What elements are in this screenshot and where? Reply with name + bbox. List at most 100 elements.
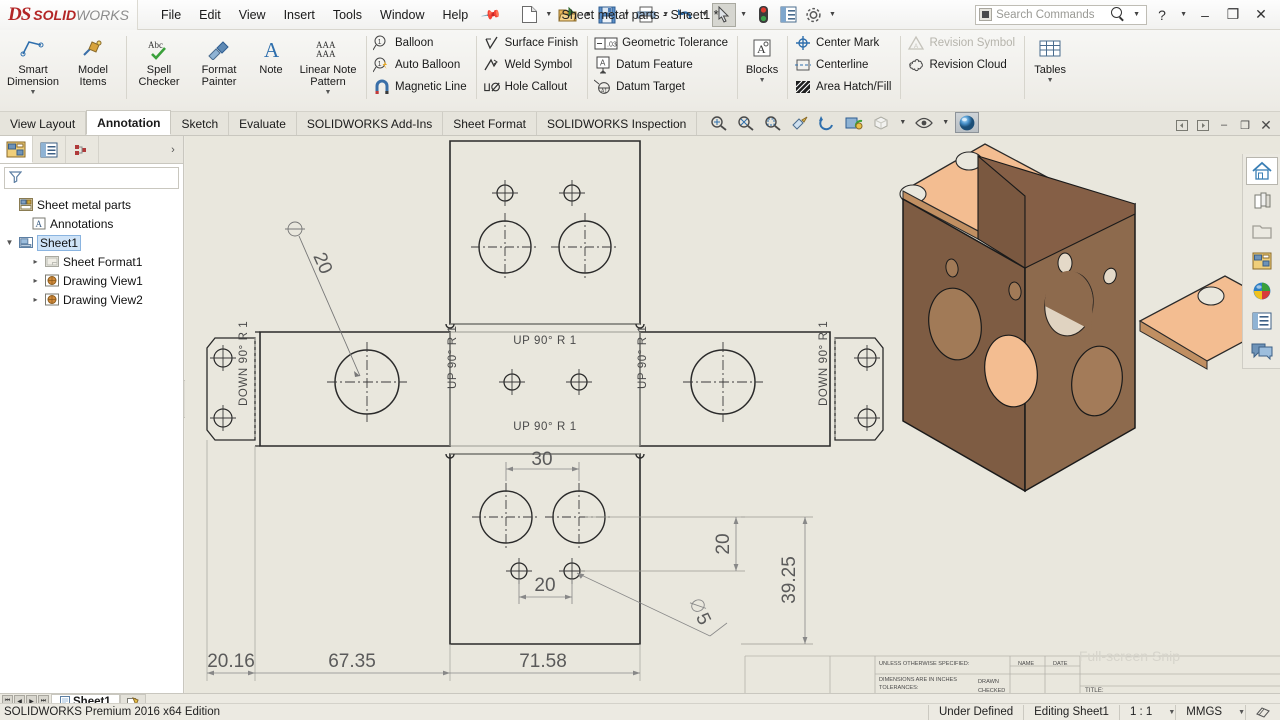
undo-caret[interactable]: ▼: [698, 11, 711, 18]
select-button[interactable]: [712, 3, 736, 27]
blocks-button[interactable]: A Blocks ▼: [740, 32, 784, 88]
hide-show-button[interactable]: [912, 112, 936, 133]
spell-checker-button[interactable]: Abc SpellChecker: [129, 32, 189, 92]
dimension-2016-text[interactable]: 20.16: [207, 651, 255, 672]
undo-button[interactable]: [673, 3, 697, 27]
smart-dimension-button[interactable]: SmartDimension ▼: [3, 32, 63, 100]
configuration-manager-tab[interactable]: [66, 136, 99, 163]
dock-left-icon[interactable]: [1172, 115, 1192, 135]
bend-note-far-right[interactable]: DOWN 90° R 1: [818, 321, 830, 406]
centerline-button[interactable]: Centerline: [790, 54, 897, 76]
minimize-document-button[interactable]: –: [1214, 115, 1234, 135]
smart-dimension-dropdown-arrow[interactable]: ▼: [6, 89, 60, 96]
surface-finish-button[interactable]: Surface Finish: [479, 32, 585, 54]
format-painter-button[interactable]: FormatPainter: [189, 32, 249, 92]
tree-expander[interactable]: ▼: [4, 238, 15, 247]
open-document-button[interactable]: [556, 3, 580, 27]
display-style-button[interactable]: [869, 112, 893, 133]
save-caret[interactable]: ▼: [620, 11, 633, 18]
hole-callout-button[interactable]: Hole Callout: [479, 76, 585, 98]
balloon-button[interactable]: 1 Balloon: [369, 32, 473, 54]
print-caret[interactable]: ▼: [659, 11, 672, 18]
minimize-window-button[interactable]: –: [1192, 2, 1218, 28]
magnetic-line-button[interactable]: Magnetic Line: [369, 76, 473, 98]
tree-node-drawing-view2[interactable]: ▸ Drawing View2: [4, 290, 183, 309]
center-mark-button[interactable]: Center Mark: [790, 32, 897, 54]
view-orientation-button[interactable]: [1246, 187, 1278, 215]
help-button[interactable]: ?: [1149, 2, 1175, 28]
select-caret[interactable]: ▼: [737, 11, 750, 18]
dimension-3925-text[interactable]: 39.25: [779, 556, 800, 604]
drawing-canvas[interactable]: UP 90° R 1 UP 90° R 1 UP 90° R 1 UP 90° …: [185, 136, 1280, 693]
bend-note-middle-upper[interactable]: UP 90° R 1: [513, 335, 576, 347]
tree-expander[interactable]: ▸: [30, 257, 41, 266]
status-units-caret[interactable]: ▼: [1232, 709, 1245, 716]
search-icon[interactable]: [1111, 7, 1126, 22]
geometric-tolerance-button[interactable]: .03 Geometric Tolerance: [590, 32, 734, 54]
note-button[interactable]: A Note: [249, 32, 293, 80]
tree-node-drawing-view1[interactable]: ▸ Drawing View1: [4, 271, 183, 290]
overlay-icon[interactable]: [1245, 705, 1280, 720]
tree-node-annotations[interactable]: A Annotations: [4, 214, 183, 233]
tree-expander[interactable]: ▸: [30, 276, 41, 285]
isometric-model-view[interactable]: [900, 144, 1280, 491]
rotate-view-button[interactable]: [815, 112, 839, 133]
dimension-3925[interactable]: 39.25: [741, 517, 813, 644]
dimension-dia-20[interactable]: 20: [285, 222, 360, 377]
display-style-caret[interactable]: ▼: [896, 119, 909, 126]
bend-note-far-left[interactable]: DOWN 90° R 1: [238, 321, 250, 406]
area-hatch-fill-button[interactable]: Area Hatch/Fill: [790, 76, 897, 98]
revision-symbol-button[interactable]: A Revision Symbol: [903, 32, 1021, 54]
title-block[interactable]: UNLESS OTHERWISE SPECIFIED: DIMENSIONS A…: [745, 656, 1280, 693]
status-scale-caret[interactable]: ▼: [1162, 709, 1175, 716]
search-caret[interactable]: ▼: [1130, 11, 1143, 18]
dimension-dia-5[interactable]: 5: [577, 573, 727, 636]
tables-button[interactable]: Tables ▼: [1027, 32, 1073, 88]
zoom-to-area-button[interactable]: [734, 112, 758, 133]
open-document-caret[interactable]: ▼: [581, 11, 594, 18]
tab-sketch[interactable]: Sketch: [171, 112, 229, 135]
tab-solidworks-inspection[interactable]: SOLIDWORKS Inspection: [537, 112, 697, 135]
dimension-dia-20-text[interactable]: 20: [308, 249, 336, 277]
new-document-caret[interactable]: ▼: [542, 11, 555, 18]
menu-file[interactable]: File: [152, 4, 190, 26]
datum-feature-button[interactable]: A Datum Feature: [590, 54, 734, 76]
close-window-button[interactable]: ✕: [1248, 2, 1274, 28]
previous-view-button[interactable]: [842, 112, 866, 133]
menu-edit[interactable]: Edit: [190, 4, 230, 26]
feature-manager-tab[interactable]: [0, 136, 33, 163]
tab-solidworks-add-ins[interactable]: SOLIDWORKS Add-Ins: [297, 112, 443, 135]
tree-expander[interactable]: ▸: [30, 295, 41, 304]
restore-window-button[interactable]: ❐: [1220, 2, 1246, 28]
menu-view[interactable]: View: [230, 4, 275, 26]
bend-note-right-vertical[interactable]: UP 90° R 1: [637, 326, 649, 389]
menu-help[interactable]: Help: [434, 4, 478, 26]
manager-tabs-more-arrow[interactable]: ›: [163, 136, 183, 163]
options-caret[interactable]: ▼: [826, 11, 839, 18]
baseline-dimensions[interactable]: 20.16 67.35 71.58: [207, 440, 640, 681]
blocks-dropdown-arrow[interactable]: ▼: [743, 77, 781, 84]
options-button[interactable]: [801, 3, 825, 27]
menu-insert[interactable]: Insert: [275, 4, 324, 26]
apply-scene-button[interactable]: [955, 112, 979, 133]
tab-view-layout[interactable]: View Layout: [0, 112, 86, 135]
tab-evaluate[interactable]: Evaluate: [229, 112, 297, 135]
solidworks-forum-button[interactable]: [1246, 337, 1278, 365]
pan-button[interactable]: [788, 112, 812, 133]
feature-tree-filter[interactable]: [4, 167, 179, 189]
search-commands-box[interactable]: Search Commands ▼: [975, 5, 1147, 25]
open-folder-button[interactable]: [1246, 217, 1278, 245]
dimension-20-horizontal[interactable]: 20: [519, 575, 572, 604]
auto-balloon-button[interactable]: 1 Auto Balloon: [369, 54, 473, 76]
options-display-button[interactable]: [776, 3, 800, 27]
restore-document-button[interactable]: ❒: [1235, 115, 1255, 135]
dimension-dia-5-text[interactable]: 5: [691, 610, 715, 629]
menu-tools[interactable]: Tools: [324, 4, 371, 26]
property-manager-tab[interactable]: [33, 136, 66, 163]
dimension-20-horizontal-text[interactable]: 20: [534, 575, 555, 596]
tab-sheet-format[interactable]: Sheet Format: [443, 112, 537, 135]
datum-target-button[interactable]: A1 Datum Target: [590, 76, 734, 98]
hide-show-caret[interactable]: ▼: [939, 119, 952, 126]
zoom-to-fit-button[interactable]: [707, 112, 731, 133]
help-caret[interactable]: ▼: [1177, 11, 1190, 18]
